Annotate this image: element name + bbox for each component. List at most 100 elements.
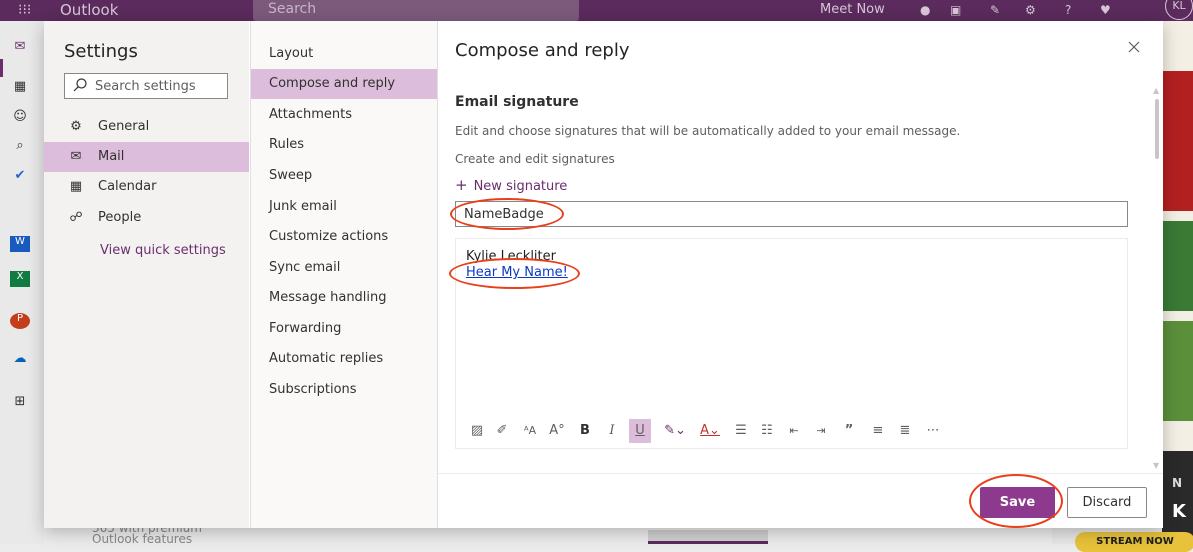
settings-nav-people[interactable]: ☍ People [44,203,249,233]
mail-nav-label: Sweep [269,168,313,183]
onedrive-app-icon[interactable]: ☁ [10,351,30,367]
rail-selection-indicator [0,59,3,77]
mail-nav-forwarding[interactable]: Forwarding [251,314,437,344]
people-icon: ☍ [69,210,83,225]
teams-icon[interactable]: ▣ [950,0,961,21]
people-app-icon[interactable]: ☺ [10,109,30,125]
mail-nav-compose-and-reply[interactable]: Compose and reply [251,69,437,99]
underline-icon[interactable]: U [629,419,651,443]
settings-nav-general[interactable]: ⚙ General [44,112,249,142]
increase-indent-icon[interactable]: ⇥ [810,419,832,443]
settings-nav-mail[interactable]: ✉ Mail [44,142,249,172]
tips-icon[interactable]: ♥ [1100,0,1111,21]
ad-text-k: K [1172,501,1186,522]
mail-app-icon[interactable]: ✉ [10,39,30,55]
excel-app-icon[interactable]: X [10,271,30,287]
mail-nav-layout[interactable]: Layout [251,39,437,69]
ad-image-1 [1162,71,1193,211]
numbering-icon[interactable]: ☷ [756,419,778,443]
view-quick-settings-link[interactable]: View quick settings [100,243,226,258]
meet-now-button[interactable]: Meet Now [820,0,885,20]
email-signature-heading: Email signature [455,94,579,110]
settings-gear-icon[interactable]: ⚙ [1025,0,1036,21]
compose-and-reply-panel: Compose and reply Email signature Edit a… [436,21,1163,528]
help-icon[interactable]: ? [1065,0,1071,21]
settings-nav-label: People [98,210,142,225]
font-color-icon[interactable]: A⌄ [694,419,726,443]
mail-nav-customize-actions[interactable]: Customize actions [251,222,437,252]
mail-nav-label: Layout [269,46,314,61]
mail-nav-automatic-replies[interactable]: Automatic replies [251,344,437,374]
stream-now-button[interactable]: STREAM NOW [1075,532,1193,552]
close-icon[interactable] [1126,39,1142,55]
format-painter-icon[interactable]: ✐ [491,419,513,443]
save-button[interactable]: Save [980,487,1055,518]
mail-nav-junk-email[interactable]: Junk email [251,192,437,222]
settings-nav-calendar[interactable]: ▦ Calendar [44,172,249,202]
align-left-icon[interactable]: ≡ [867,419,889,443]
gear-icon: ⚙ [70,119,82,134]
app-launcher-icon[interactable]: ⁝⁝⁝ [18,0,31,21]
bold-icon[interactable]: B [574,419,596,443]
avatar[interactable]: KL [1165,0,1193,20]
ad-image-2 [1162,221,1193,311]
discard-button[interactable]: Discard [1067,487,1147,518]
background-thumbnail [648,530,768,544]
mail-nav-subscriptions[interactable]: Subscriptions [251,375,437,405]
mail-nav-attachments[interactable]: Attachments [251,100,437,130]
footer-divider [436,473,1163,474]
panel-scrollbar[interactable]: ▲ ▼ [1150,81,1163,473]
scroll-up-icon[interactable]: ▲ [1153,86,1159,95]
mail-nav-sync-email[interactable]: Sync email [251,253,437,283]
mail-nav-label: Compose and reply [269,76,396,91]
search-settings-box[interactable] [64,73,228,99]
mail-nav-rules[interactable]: Rules [251,130,437,160]
italic-icon[interactable]: I [601,419,623,443]
calendar-icon: ▦ [69,179,83,194]
new-signature-button[interactable]: + New signature [455,176,567,194]
scrollbar-thumb[interactable] [1155,99,1159,159]
feedback-icon[interactable]: ✎ [990,0,1000,21]
premium-promo-line-2: Outlook features [92,532,193,546]
superscript-icon[interactable]: A° [546,419,568,443]
mail-nav-message-handling[interactable]: Message handling [251,283,437,313]
signature-name-input[interactable] [455,201,1128,227]
app-rail: ✉ ▦ ☺ ⌕ ✔ W X P ☁ ⊞ [0,21,44,544]
search-box-background[interactable]: Search [253,0,579,21]
settings-categories: Settings ⚙ General ✉ Mail ▦ Calendar ☍ P… [44,21,249,528]
scroll-down-icon[interactable]: ▼ [1153,461,1159,470]
more-icon[interactable]: ⋯ [922,419,944,443]
app-header: ⁝⁝⁝ Outlook Search Meet Now ● ▣ ✎ ⚙ ? ♥ … [0,0,1193,21]
todo-app-icon[interactable]: ✔ [10,168,30,184]
panel-title: Compose and reply [455,40,630,61]
align-center-icon[interactable]: ≣ [894,419,916,443]
mail-nav-label: Junk email [269,199,337,214]
word-app-icon[interactable]: W [10,236,30,252]
meet-now-label: Meet Now [820,2,885,17]
font-size-icon[interactable]: ᴬA [519,419,541,443]
search-settings-input[interactable] [95,77,223,95]
quote-icon[interactable]: ” [838,419,860,443]
highlight-icon[interactable]: ✎⌄ [659,419,691,443]
attach-app-icon[interactable]: ⌕ [10,138,30,154]
mail-nav-sweep[interactable]: Sweep [251,161,437,191]
settings-nav-label: Mail [98,149,125,164]
mail-nav-label: Forwarding [269,321,342,336]
skype-icon[interactable]: ● [920,0,930,21]
signature-editor[interactable]: Kylie Leckliter Hear My Name! ▨ ✐ ᴬA A° … [455,238,1128,449]
search-placeholder: Search [268,1,317,17]
signature-body-link[interactable]: Hear My Name! [466,265,568,280]
plus-icon: + [455,176,468,194]
settings-nav-label: General [98,119,150,134]
mail-nav-label: Rules [269,137,305,152]
decrease-indent-icon[interactable]: ⇤ [783,419,805,443]
ad-image-4 [1162,451,1193,544]
more-apps-icon[interactable]: ⊞ [10,394,30,410]
calendar-app-icon[interactable]: ▦ [10,79,30,95]
bullets-icon[interactable]: ☰ [730,419,752,443]
mail-nav-label: Attachments [269,107,352,122]
mail-settings-nav: Layout Compose and reply Attachments Rul… [250,21,438,528]
insert-image-icon[interactable]: ▨ [466,419,488,443]
app-name: Outlook [60,1,119,19]
powerpoint-app-icon[interactable]: P [10,313,30,329]
